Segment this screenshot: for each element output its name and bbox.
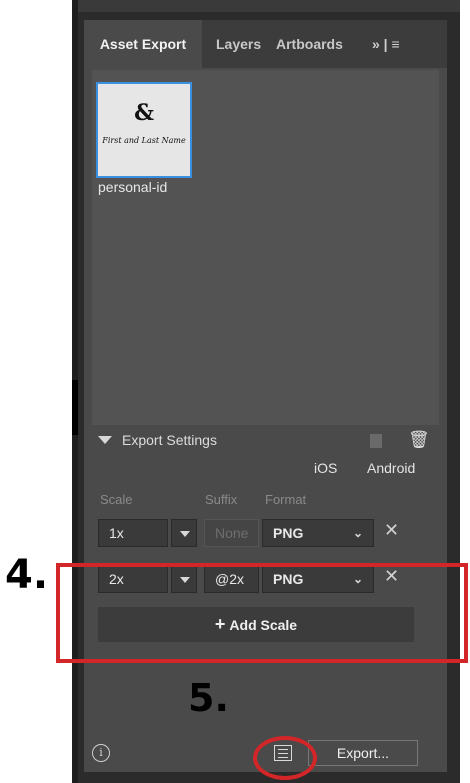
info-icon[interactable]: i [92,744,110,762]
app-frame-top [72,0,460,12]
export-button[interactable]: Export... [308,740,418,766]
step-4-highlight [56,563,468,663]
platform-android[interactable]: Android [367,460,415,476]
remove-scale-icon[interactable]: ✕ [384,520,399,541]
export-settings-label: Export Settings [122,432,217,448]
tab-layers[interactable]: Layers [216,20,271,68]
trash-icon[interactable]: 🗑 [408,430,430,450]
step-5-highlight [253,736,317,780]
thumbnail-text: First and Last Name [102,136,186,145]
panel-tab-bar: Asset Export Layers Artboards » | ≡ [84,20,447,68]
thumbnail-symbol: & [134,100,154,126]
platform-ios[interactable]: iOS [314,460,337,476]
collapse-triangle-icon[interactable] [98,436,112,444]
step-4-label: 4. [5,552,49,598]
format-select[interactable]: PNG ⌄ [262,519,374,547]
asset-name[interactable]: personal-id [98,179,167,195]
tab-artboards[interactable]: Artboards [276,20,348,68]
column-format: Format [265,492,307,507]
panel-menu-icon[interactable]: » | ≡ [372,20,400,68]
folder-icon[interactable] [370,434,382,448]
left-edge-marker [72,380,78,435]
column-scale: Scale [100,492,133,507]
asset-thumbnail[interactable]: & First and Last Name [96,82,192,178]
step-5-label: 5. [188,676,229,720]
scale-field[interactable]: 1x [98,519,168,547]
asset-list: & First and Last Name personal-id [92,70,439,425]
suffix-field[interactable]: None [204,519,259,547]
column-suffix: Suffix [205,492,238,507]
scale-dropdown-icon[interactable] [171,519,197,547]
export-settings-header[interactable]: Export Settings 🗑 [84,426,447,456]
tab-asset-export[interactable]: Asset Export [84,20,202,68]
format-value: PNG [273,525,304,541]
chevron-down-icon: ⌄ [352,526,363,540]
